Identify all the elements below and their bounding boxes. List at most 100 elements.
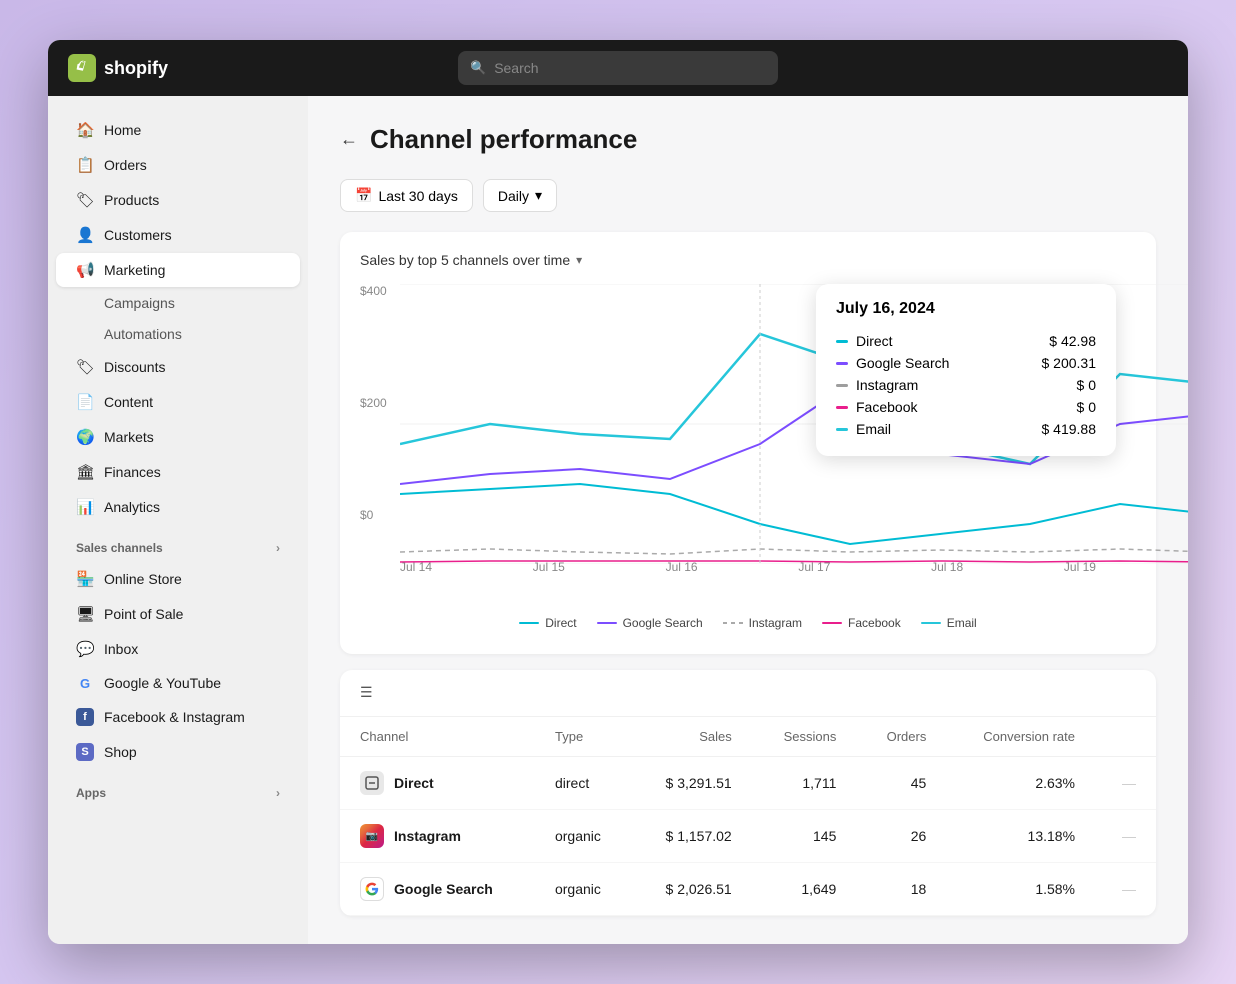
legend-email-label: Email	[947, 616, 977, 630]
x-label-jul18: Jul 18	[931, 560, 963, 574]
y-label-400: $400	[360, 284, 387, 298]
direct-dot	[836, 340, 848, 343]
sales-channels-header[interactable]: Sales channels ›	[56, 525, 300, 561]
col-sales: Sales	[632, 717, 752, 757]
sidebar-item-customers[interactable]: 👤 Customers	[56, 218, 300, 252]
legend-google-label: Google Search	[623, 616, 703, 630]
table-filter-icon[interactable]: ☰	[360, 684, 373, 700]
sidebar-item-facebook-instagram[interactable]: f Facebook & Instagram	[56, 700, 300, 734]
legend-facebook: Facebook	[822, 616, 901, 630]
row-google-sales: $ 2,026.51	[632, 863, 752, 916]
col-conversion: Conversion rate	[946, 717, 1095, 757]
legend-direct: Direct	[519, 616, 576, 630]
products-icon: 🏷	[76, 191, 94, 209]
instagram-channel-label: Instagram	[856, 377, 918, 393]
sidebar-item-home[interactable]: 🏠 Home	[56, 113, 300, 147]
sidebar-subitem-automations[interactable]: Automations	[56, 319, 300, 349]
sidebar-item-google-youtube[interactable]: G Google & YouTube	[56, 667, 300, 699]
app-body: 🏠 Home 📋 Orders 🏷 Products 👤 Customers 📢…	[48, 96, 1188, 944]
sidebar-item-content[interactable]: 📄 Content	[56, 385, 300, 419]
facebook-value: $ 0	[1077, 399, 1096, 415]
shopify-logo-icon	[68, 54, 96, 82]
col-orders: Orders	[856, 717, 946, 757]
x-labels: Jul 14 Jul 15 Jul 16 Jul 17 Jul 18 Jul 1…	[360, 552, 1136, 574]
search-bar[interactable]: 🔍 Search	[458, 51, 778, 85]
search-icon: 🔍	[470, 60, 486, 76]
automations-label: Automations	[104, 326, 182, 342]
google-channel-label: Google Search	[856, 355, 949, 371]
row-instagram-dash: —	[1095, 810, 1156, 863]
sidebar-item-analytics[interactable]: 📊 Analytics	[56, 490, 300, 524]
instagram-channel-icon: 📷	[360, 824, 384, 848]
sidebar-item-markets-label: Markets	[104, 429, 154, 445]
sidebar-item-marketing[interactable]: 📢 Marketing	[56, 253, 300, 287]
row-instagram-sessions: 145	[752, 810, 857, 863]
row-direct-orders: 45	[856, 757, 946, 810]
sidebar-item-inbox[interactable]: 💬 Inbox	[56, 632, 300, 666]
row-instagram-sales: $ 1,157.02	[632, 810, 752, 863]
tooltip-row-facebook: Facebook $ 0	[836, 396, 1096, 418]
chart-area: $400 $200 $0	[360, 284, 1136, 604]
legend-direct-line	[519, 622, 539, 624]
email-dot	[836, 428, 848, 431]
back-button[interactable]: ←	[340, 129, 358, 150]
interval-filter[interactable]: Daily ▾	[483, 179, 557, 212]
sidebar-item-analytics-label: Analytics	[104, 499, 160, 515]
sidebar-item-shop[interactable]: S Shop	[56, 735, 300, 769]
y-label-0: $0	[360, 508, 373, 522]
direct-value: $ 42.98	[1049, 333, 1096, 349]
legend-direct-label: Direct	[545, 616, 576, 630]
sidebar-item-online-store[interactable]: 🏪 Online Store	[56, 562, 300, 596]
table-row: Google Search organic $ 2,026.51 1,649 1…	[340, 863, 1156, 916]
table-card: ☰ Channel Type Sales Sessions Orders Con…	[340, 670, 1156, 916]
interval-chevron-icon: ▾	[535, 187, 542, 204]
sidebar-item-products-label: Products	[104, 192, 159, 208]
sidebar-item-content-label: Content	[104, 394, 153, 410]
sidebar-item-orders[interactable]: 📋 Orders	[56, 148, 300, 182]
inbox-label: Inbox	[104, 641, 138, 657]
row-direct-channel: Direct	[340, 757, 535, 810]
legend-instagram-line	[723, 622, 743, 624]
table-header-row: Channel Type Sales Sessions Orders Conve…	[340, 717, 1156, 757]
sidebar-item-point-of-sale[interactable]: 🖥 Point of Sale	[56, 597, 300, 631]
legend-google: Google Search	[597, 616, 703, 630]
sidebar-item-finances[interactable]: 🏛 Finances	[56, 455, 300, 489]
filters-row: 📅 Last 30 days Daily ▾	[340, 179, 1156, 212]
tooltip-date: July 16, 2024	[836, 300, 1096, 318]
row-instagram-conversion: 13.18%	[946, 810, 1095, 863]
sidebar-item-discounts[interactable]: 🏷 Discounts	[56, 350, 300, 384]
markets-icon: 🌍	[76, 428, 94, 446]
date-range-label: Last 30 days	[378, 188, 457, 204]
row-google-orders: 18	[856, 863, 946, 916]
instagram-value: $ 0	[1077, 377, 1096, 393]
apps-header[interactable]: Apps ›	[56, 770, 300, 806]
orders-icon: 📋	[76, 156, 94, 174]
x-label-jul16: Jul 16	[666, 560, 698, 574]
channel-table: Channel Type Sales Sessions Orders Conve…	[340, 717, 1156, 916]
chart-title: Sales by top 5 channels over time	[360, 252, 570, 268]
campaigns-label: Campaigns	[104, 295, 175, 311]
discounts-icon: 🏷	[76, 358, 94, 376]
chart-legend: Direct Google Search Instagram Facebook	[360, 604, 1136, 634]
date-range-filter[interactable]: 📅 Last 30 days	[340, 179, 473, 212]
tooltip-row-instagram: Instagram $ 0	[836, 374, 1096, 396]
online-store-icon: 🏪	[76, 570, 94, 588]
y-label-200: $200	[360, 396, 387, 410]
sidebar-item-markets[interactable]: 🌍 Markets	[56, 420, 300, 454]
page-header: ← Channel performance	[340, 124, 1156, 155]
content-icon: 📄	[76, 393, 94, 411]
app-window: shopify 🔍 Search 🏠 Home 📋 Orders 🏷 Produ…	[48, 40, 1188, 944]
point-of-sale-label: Point of Sale	[104, 606, 183, 622]
google-value: $ 200.31	[1042, 355, 1097, 371]
sidebar-item-products[interactable]: 🏷 Products	[56, 183, 300, 217]
google-dot	[836, 362, 848, 365]
topbar: shopify 🔍 Search	[48, 40, 1188, 96]
sidebar: 🏠 Home 📋 Orders 🏷 Products 👤 Customers 📢…	[48, 96, 308, 944]
apps-chevron-icon: ›	[276, 786, 280, 800]
col-dash	[1095, 717, 1156, 757]
home-icon: 🏠	[76, 121, 94, 139]
row-instagram-type: organic	[535, 810, 632, 863]
row-direct-dash: —	[1095, 757, 1156, 810]
sidebar-subitem-campaigns[interactable]: Campaigns	[56, 288, 300, 318]
online-store-label: Online Store	[104, 571, 182, 587]
